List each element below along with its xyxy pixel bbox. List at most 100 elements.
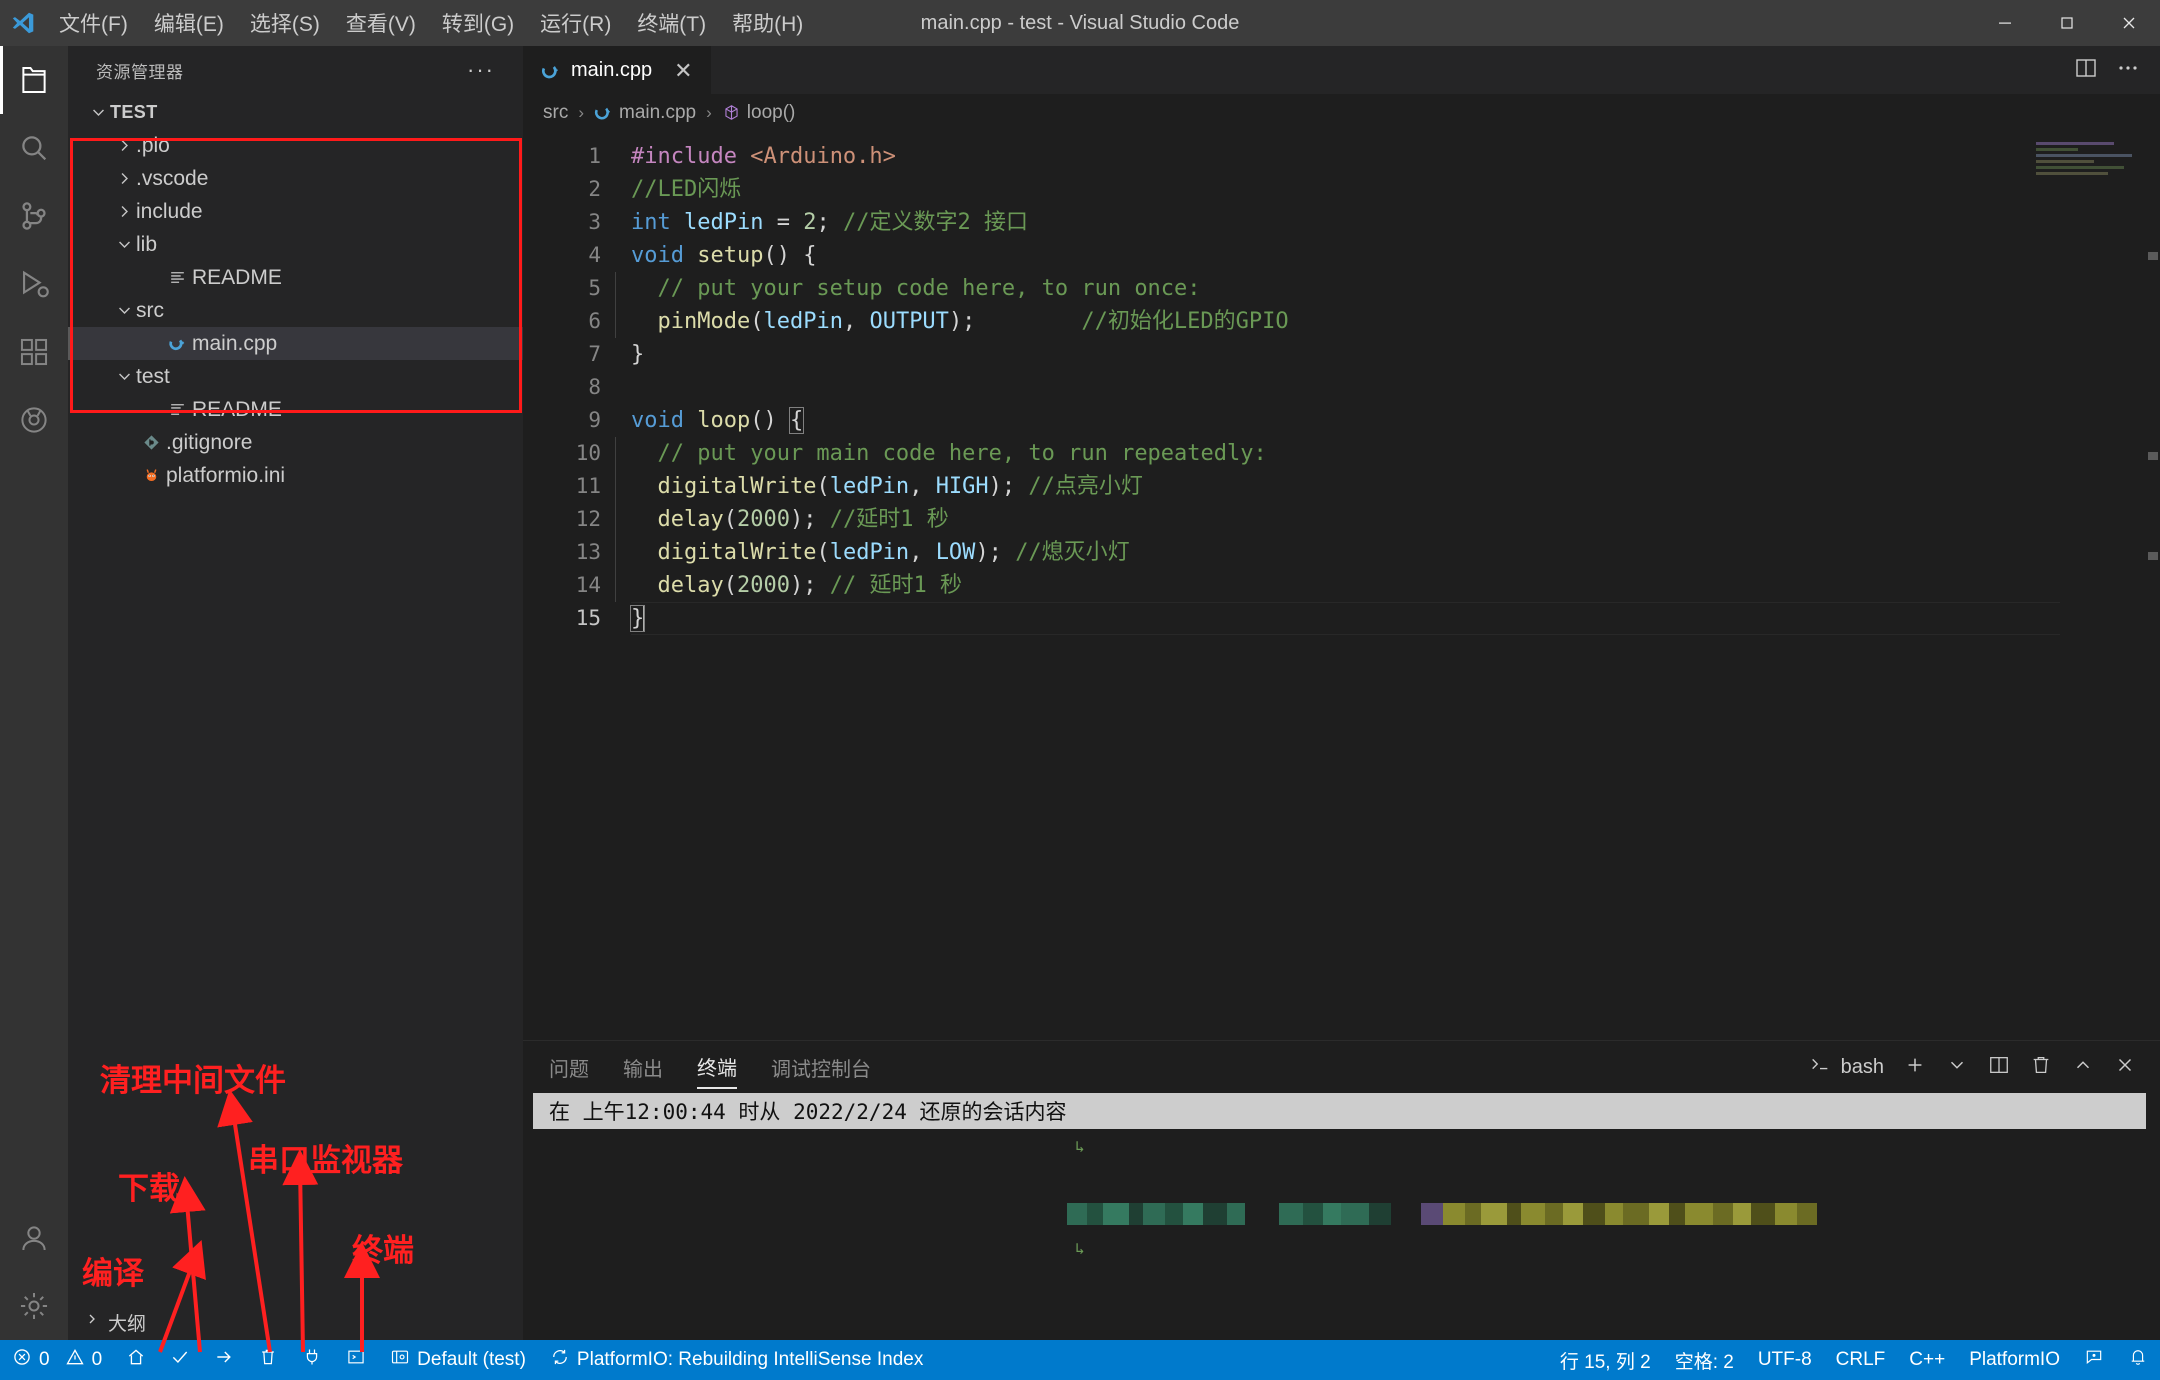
code-line-text[interactable]: void setup() {: [631, 239, 2160, 272]
chevron-right-icon[interactable]: [112, 203, 136, 220]
code-line-text[interactable]: #include <Arduino.h>: [631, 140, 2160, 173]
menu-run[interactable]: 运行(R): [527, 0, 624, 46]
status-pio-message[interactable]: PlatformIO: Rebuilding IntelliSense Inde…: [538, 1340, 935, 1380]
tree-item--vscode[interactable]: .vscode: [68, 162, 523, 195]
breadcrumb-src[interactable]: src: [543, 102, 568, 124]
file-tree[interactable]: TEST .pio .vscode include lib README src main.c…: [68, 94, 523, 492]
tree-item-src[interactable]: src: [68, 294, 523, 327]
chevron-down-icon[interactable]: [112, 302, 136, 319]
status-pio-env[interactable]: Default (test): [378, 1340, 538, 1380]
status-pio-upload[interactable]: [202, 1340, 246, 1380]
menu-edit[interactable]: 编辑(E): [141, 0, 237, 46]
split-terminal-icon[interactable]: [1988, 1054, 2010, 1081]
chevron-right-icon[interactable]: [112, 137, 136, 154]
status-feedback[interactable]: [2072, 1347, 2116, 1373]
minimap[interactable]: [2036, 142, 2146, 202]
code-line[interactable]: 4 void setup() {: [523, 239, 2160, 272]
editor-more-actions-icon[interactable]: [2116, 56, 2140, 85]
tree-item-main-cpp[interactable]: main.cpp: [68, 327, 523, 360]
tree-item-platformio-ini[interactable]: platformio.ini: [68, 459, 523, 492]
code-line-text[interactable]: // put your main code here, to run repea…: [615, 437, 2160, 470]
tree-item--pio[interactable]: .pio: [68, 129, 523, 162]
breadcrumb-loop[interactable]: loop(): [722, 102, 795, 124]
tree-item-include[interactable]: include: [68, 195, 523, 228]
close-button[interactable]: [2098, 0, 2160, 46]
tab-main-cpp[interactable]: main.cpp ✕: [523, 46, 711, 94]
code-line-text[interactable]: // put your setup code here, to run once…: [615, 272, 2160, 305]
code-line-text[interactable]: int ledPin = 2; //定义数字2 接口: [631, 206, 2160, 239]
split-editor-icon[interactable]: [2074, 56, 2098, 85]
outline-section-header[interactable]: 大纲: [68, 1304, 523, 1340]
menu-file[interactable]: 文件(F): [46, 0, 141, 46]
code-line-text[interactable]: }: [631, 338, 2160, 371]
code-line[interactable]: 14 delay(2000); // 延时1 秒: [523, 569, 2160, 602]
status-platformio[interactable]: PlatformIO: [1957, 1349, 2072, 1371]
status-encoding[interactable]: UTF-8: [1746, 1349, 1824, 1371]
trash-icon[interactable]: [2030, 1054, 2052, 1081]
tree-item-readme[interactable]: README: [68, 393, 523, 426]
code-line[interactable]: 11 digitalWrite(ledPin, HIGH); //点亮小灯: [523, 470, 2160, 503]
code-lines[interactable]: 1 #include <Arduino.h> 2 //LED闪烁 3 int ledPin…: [523, 132, 2160, 635]
sidebar-more-actions-icon[interactable]: ···: [467, 57, 495, 83]
editor-scrollbar[interactable]: [2146, 132, 2160, 1040]
breadcrumb[interactable]: src › main.cpp › loop(): [523, 94, 2160, 132]
activity-search[interactable]: [0, 114, 68, 182]
tree-item-readme[interactable]: README: [68, 261, 523, 294]
code-line-text[interactable]: delay(2000); //延时1 秒: [615, 503, 2160, 536]
code-line-text[interactable]: digitalWrite(ledPin, LOW); //熄灭小灯: [615, 536, 2160, 569]
code-line[interactable]: 10 // put your main code here, to run re…: [523, 437, 2160, 470]
activity-settings[interactable]: [0, 1272, 68, 1340]
breadcrumb-main-cpp[interactable]: main.cpp: [594, 102, 696, 124]
code-line[interactable]: 13 digitalWrite(ledPin, LOW); //熄灭小灯: [523, 536, 2160, 569]
status-pio-terminal[interactable]: [334, 1340, 378, 1380]
code-line-text[interactable]: void loop() {: [631, 404, 2160, 437]
menu-view[interactable]: 查看(V): [333, 0, 429, 46]
tree-item--gitignore[interactable]: .gitignore: [68, 426, 523, 459]
code-line[interactable]: 1 #include <Arduino.h>: [523, 140, 2160, 173]
tree-item-test[interactable]: test: [68, 360, 523, 393]
new-terminal-icon[interactable]: [1904, 1054, 1926, 1081]
panel-tab-problems[interactable]: 问题: [549, 1047, 589, 1088]
code-editor[interactable]: 1 #include <Arduino.h> 2 //LED闪烁 3 int ledPin…: [523, 132, 2160, 1040]
activity-extensions[interactable]: [0, 318, 68, 386]
menu-selection[interactable]: 选择(S): [237, 0, 333, 46]
status-indentation[interactable]: 空格: 2: [1663, 1347, 1746, 1374]
code-line[interactable]: 2 //LED闪烁: [523, 173, 2160, 206]
status-cursor-position[interactable]: 行 15, 列 2: [1548, 1347, 1663, 1374]
code-line[interactable]: 12 delay(2000); //延时1 秒: [523, 503, 2160, 536]
status-problems[interactable]: 0 0: [0, 1340, 114, 1380]
chevron-up-icon[interactable]: [2072, 1054, 2094, 1081]
panel-tab-debug-console[interactable]: 调试控制台: [771, 1047, 871, 1088]
menu-terminal[interactable]: 终端(T): [624, 0, 719, 46]
close-icon[interactable]: [2114, 1054, 2136, 1081]
code-line-text[interactable]: delay(2000); // 延时1 秒: [615, 569, 2160, 602]
activity-accounts[interactable]: [0, 1204, 68, 1272]
activity-explorer[interactable]: [0, 46, 68, 114]
code-line[interactable]: 3 int ledPin = 2; //定义数字2 接口: [523, 206, 2160, 239]
status-pio-build[interactable]: [158, 1340, 202, 1380]
code-line-text[interactable]: digitalWrite(ledPin, HIGH); //点亮小灯: [615, 470, 2160, 503]
chevron-right-icon[interactable]: [112, 170, 136, 187]
activity-run-debug[interactable]: [0, 250, 68, 318]
menu-go[interactable]: 转到(G): [429, 0, 527, 46]
status-pio-clean[interactable]: [246, 1340, 290, 1380]
status-pio-serial-monitor[interactable]: [290, 1340, 334, 1380]
code-line-text[interactable]: //LED闪烁: [631, 173, 2160, 206]
code-line[interactable]: 8: [523, 371, 2160, 404]
tree-item-lib[interactable]: lib: [68, 228, 523, 261]
code-line-text[interactable]: pinMode(ledPin, OUTPUT); //初始化LED的GPIO: [615, 305, 2160, 338]
code-line[interactable]: 5 // put your setup code here, to run on…: [523, 272, 2160, 305]
code-line[interactable]: 9 void loop() {: [523, 404, 2160, 437]
menu-help[interactable]: 帮助(H): [719, 0, 816, 46]
activity-platformio[interactable]: [0, 386, 68, 454]
chevron-down-icon[interactable]: [86, 104, 110, 121]
menu-bar[interactable]: 文件(F) 编辑(E) 选择(S) 查看(V) 转到(G) 运行(R) 终端(T…: [46, 0, 816, 46]
tree-item-test[interactable]: TEST: [68, 96, 523, 129]
tab-close-icon[interactable]: ✕: [674, 59, 692, 82]
panel-tab-terminal[interactable]: 终端: [697, 1046, 737, 1089]
window-controls[interactable]: [1974, 0, 2160, 46]
panel-tab-output[interactable]: 输出: [623, 1047, 663, 1088]
chevron-down-icon[interactable]: [1946, 1054, 1968, 1081]
status-language-mode[interactable]: C++: [1897, 1349, 1957, 1371]
maximize-button[interactable]: [2036, 0, 2098, 46]
